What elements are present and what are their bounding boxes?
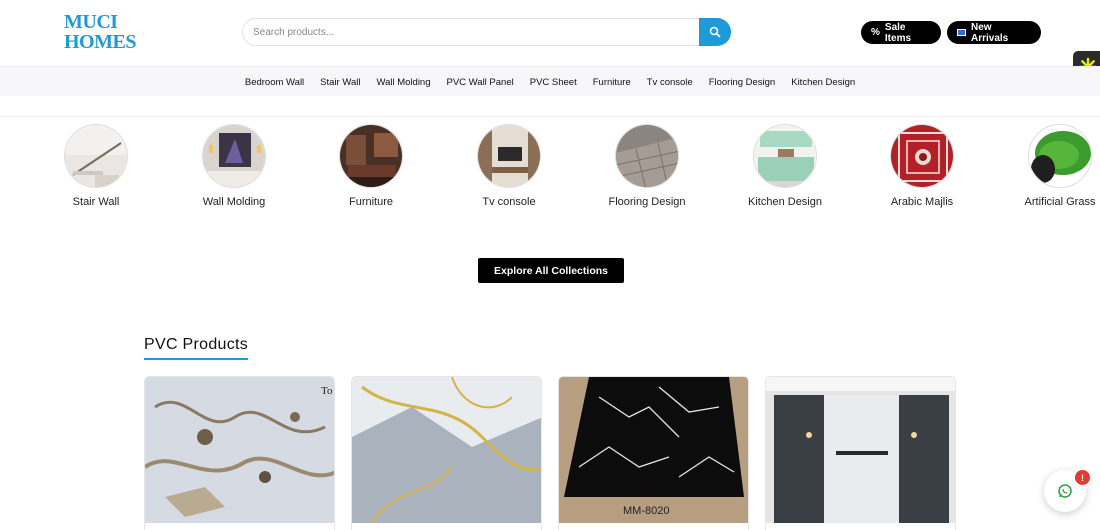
- new-arrivals-button[interactable]: New Arrivals: [947, 21, 1041, 44]
- tv-console-image: [477, 124, 541, 188]
- category-label: Kitchen Design: [748, 196, 822, 208]
- wall-molding-image: [202, 124, 266, 188]
- nav-item-stair-wall[interactable]: Stair Wall: [320, 77, 360, 88]
- explore-all-collections-button[interactable]: Explore All Collections: [478, 258, 624, 283]
- nav-item-tv-console[interactable]: Tv console: [647, 77, 693, 88]
- category-label: Arabic Majlis: [890, 196, 954, 208]
- category-wall-molding[interactable]: Wall Molding: [174, 124, 294, 208]
- nav-item-bedroom-wall[interactable]: Bedroom Wall: [245, 77, 304, 88]
- product-image: [766, 377, 955, 523]
- category-tv-console[interactable]: Tv console: [449, 124, 569, 208]
- category-stair-wall[interactable]: Stair Wall: [36, 124, 156, 208]
- product-card[interactable]: [351, 376, 542, 530]
- category-arabic-majlis[interactable]: Arabic Majlis: [862, 124, 982, 208]
- category-label: Furniture: [348, 196, 394, 208]
- search-bar: [242, 18, 731, 46]
- stair-wall-image: [64, 124, 128, 188]
- nav-item-flooring-design[interactable]: Flooring Design: [709, 77, 776, 88]
- category-label: Flooring Design: [608, 196, 686, 208]
- section-title: PVC Products: [144, 336, 249, 353]
- furniture-image: [339, 124, 403, 188]
- category-flooring-design[interactable]: Flooring Design: [587, 124, 707, 208]
- search-button[interactable]: [699, 18, 731, 46]
- nav-item-pvc-sheet[interactable]: PVC Sheet: [530, 77, 577, 88]
- section-underline: [144, 358, 248, 360]
- search-input[interactable]: [253, 23, 693, 41]
- product-image: MM-8020: [559, 377, 748, 523]
- category-furniture[interactable]: Furniture: [311, 124, 431, 208]
- category-kitchen-design[interactable]: Kitchen Design: [725, 124, 845, 208]
- category-nav: Bedroom Wall Stair Wall Wall Molding PVC…: [0, 66, 1100, 96]
- artificial-grass-image: [1028, 124, 1092, 188]
- nav-item-pvc-wall-panel[interactable]: PVC Wall Panel: [447, 77, 514, 88]
- product-image-text: To: [321, 385, 333, 397]
- logo-line-1: MUCI: [64, 11, 118, 33]
- page: MUCI HOMES % Sale Items New Arrivals: [0, 0, 1100, 530]
- category-label: Stair Wall: [72, 196, 120, 208]
- product-card[interactable]: [765, 376, 956, 530]
- logo[interactable]: MUCI HOMES: [64, 11, 136, 54]
- new-arrivals-label: New Arrivals: [970, 21, 1009, 44]
- search-icon: [709, 26, 721, 38]
- product-card[interactable]: MM-8020: [558, 376, 749, 530]
- product-card[interactable]: To: [144, 376, 335, 530]
- nav-item-wall-molding[interactable]: Wall Molding: [376, 77, 430, 88]
- sale-items-label: Sale Items: [884, 21, 912, 44]
- logo-line-2: HOMES: [64, 31, 136, 53]
- nav-item-kitchen-design[interactable]: Kitchen Design: [791, 77, 855, 88]
- kitchen-image: [753, 124, 817, 188]
- category-artificial-grass[interactable]: Artificial Grass: [1000, 124, 1100, 208]
- arabic-majlis-image: [890, 124, 954, 188]
- flooring-image: [615, 124, 679, 188]
- divider: [0, 116, 1100, 117]
- whatsapp-icon: [1058, 484, 1072, 498]
- site-header: MUCI HOMES % Sale Items New Arrivals: [0, 0, 1100, 66]
- new-icon: [957, 29, 966, 36]
- percent-icon: %: [871, 27, 880, 38]
- category-label: Tv console: [482, 196, 536, 208]
- product-image: To: [145, 377, 334, 523]
- nav-item-furniture[interactable]: Furniture: [593, 77, 631, 88]
- category-label: Wall Molding: [202, 196, 266, 208]
- notification-badge: !: [1075, 470, 1090, 485]
- sale-items-button[interactable]: % Sale Items: [861, 21, 941, 44]
- product-image: [352, 377, 541, 523]
- category-label: Artificial Grass: [1024, 196, 1096, 208]
- product-image-text: MM-8020: [623, 505, 670, 517]
